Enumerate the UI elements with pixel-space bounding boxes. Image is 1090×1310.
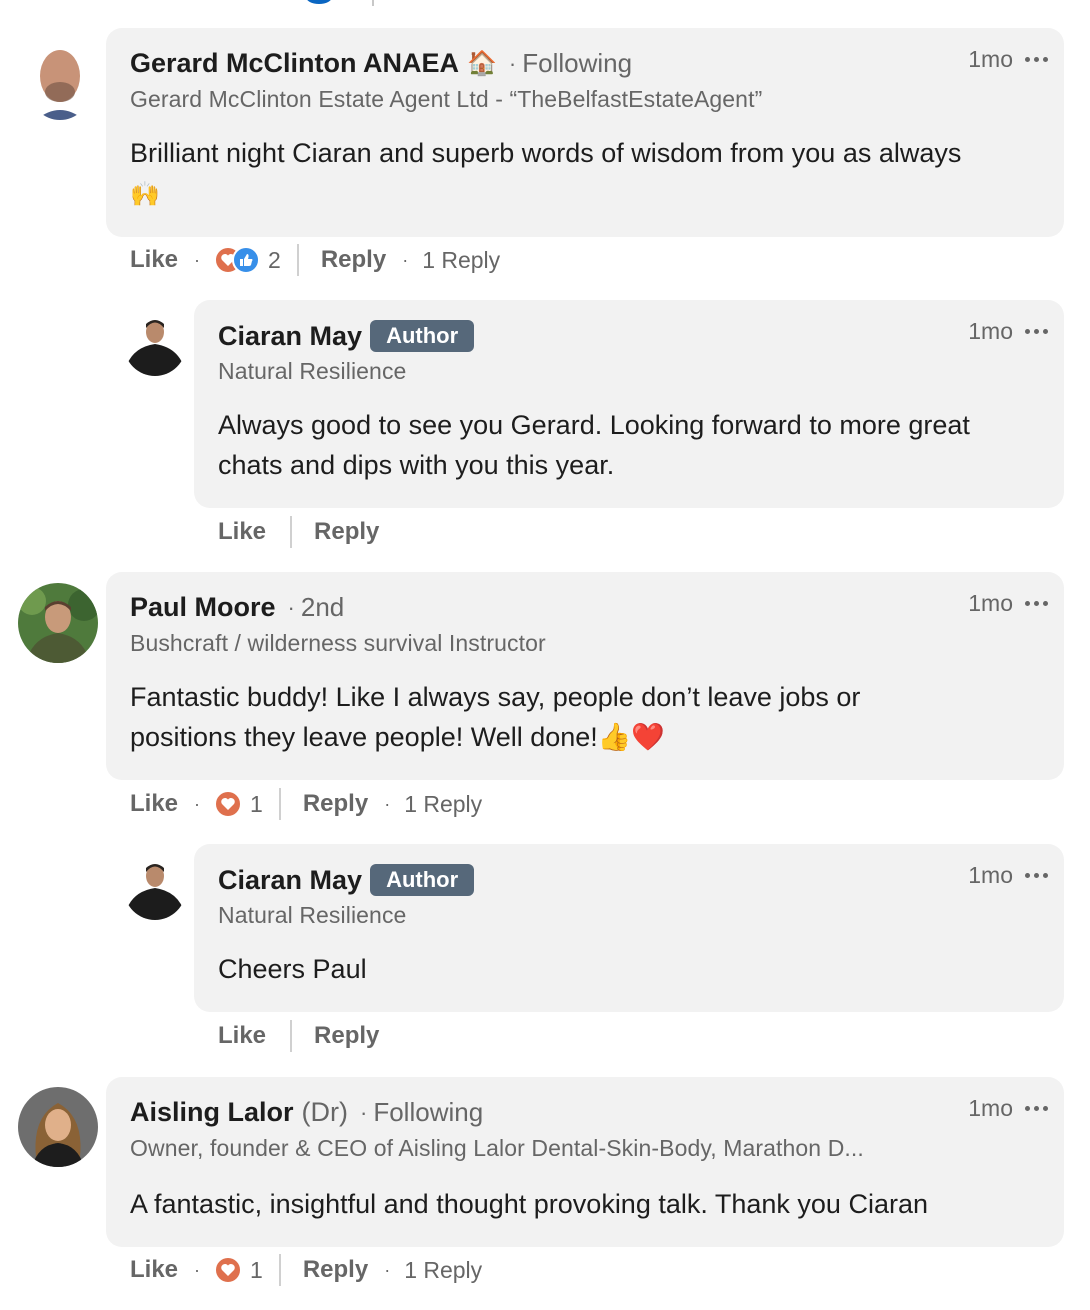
comment-text-line: Always good to see you Gerard. Looking f…: [218, 410, 970, 440]
avatar-photo-icon: [124, 858, 186, 920]
comment-text-line: positions they leave people! Well done!👍…: [130, 722, 666, 752]
separator-dot: ·: [194, 793, 201, 814]
avatar-photo-icon: [18, 1087, 98, 1167]
comment-text-line: A fantastic, insightful and thought prov…: [130, 1189, 928, 1219]
separator-dot: ·: [508, 50, 517, 76]
house-emoji: 🏠: [467, 50, 497, 77]
like-button[interactable]: Like: [130, 246, 178, 274]
comment-actions: Like · 1 Reply · 1 Reply: [130, 788, 482, 820]
comment-time: 1mo: [968, 590, 1013, 616]
separator-dot: ·: [360, 1099, 368, 1125]
comment-bubble: Gerard McClinton ANAEA 🏠 · Following 1mo…: [106, 28, 1064, 237]
comment-meta: 1mo: [968, 862, 1048, 889]
action-divider: [290, 1020, 293, 1052]
comment-bubble: Aisling Lalor (Dr) · Following 1mo Owner…: [106, 1077, 1064, 1247]
reply-button[interactable]: Reply: [303, 790, 368, 818]
more-options-icon[interactable]: [1025, 873, 1048, 878]
commenter-name[interactable]: Gerard McClinton ANAEA: [130, 48, 459, 79]
name-suffix: (Dr): [301, 1097, 349, 1127]
more-options-icon[interactable]: [1025, 57, 1048, 62]
author-badge: Author: [370, 864, 475, 896]
connection-status: Following: [522, 48, 633, 78]
reaction-count[interactable]: 2: [268, 247, 281, 274]
avatar[interactable]: [18, 1087, 98, 1167]
comment-bubble: Paul Moore · 2nd 1mo Bushcraft / wildern…: [106, 572, 1064, 780]
replies-link[interactable]: 1 Reply: [422, 247, 500, 274]
comment-actions: Like Reply: [218, 516, 379, 548]
comment-actions: Like Reply: [218, 1020, 379, 1052]
commenter-headline: Gerard McClinton Estate Agent Ltd - “The…: [130, 86, 763, 112]
reaction-count[interactable]: 1: [250, 791, 263, 818]
commenter-headline: Natural Resilience: [218, 358, 407, 384]
comment-text-line: Brilliant night Ciaran and superb words …: [130, 138, 962, 168]
comment-text-line: Fantastic buddy! Like I always say, peop…: [130, 682, 861, 712]
reply-button[interactable]: Reply: [321, 246, 386, 274]
more-options-icon[interactable]: [1025, 329, 1048, 334]
love-icon[interactable]: [214, 790, 243, 818]
comment-meta: 1mo: [968, 318, 1048, 345]
reply-button[interactable]: Reply: [314, 518, 379, 546]
separator-dot: ·: [402, 249, 409, 270]
more-options-icon[interactable]: [1025, 1106, 1048, 1111]
like-button[interactable]: Like: [218, 518, 266, 546]
more-options-icon[interactable]: [1025, 601, 1048, 606]
separator-dot: ·: [384, 793, 391, 814]
commenter-headline: Natural Resilience: [218, 902, 407, 928]
reply-button[interactable]: Reply: [314, 1022, 379, 1050]
commenter-headline: Bushcraft / wilderness survival Instruct…: [130, 630, 546, 656]
comment-bubble: Ciaran May Author 1mo Natural Resilience…: [194, 300, 1064, 508]
avatar-photo-icon: [124, 314, 186, 376]
replies-link[interactable]: 1 Reply: [404, 791, 482, 818]
action-divider: [290, 516, 293, 548]
commenter-name[interactable]: Aisling Lalor: [130, 1097, 294, 1128]
action-divider: [296, 244, 299, 276]
comment-time: 1mo: [968, 46, 1013, 72]
replies-link[interactable]: 1 Reply: [404, 1257, 482, 1284]
avatar-photo-icon: [30, 40, 90, 120]
previous-action-divider: [372, 0, 374, 6]
avatar[interactable]: [124, 314, 186, 376]
comment-meta: 1mo: [968, 46, 1048, 73]
action-divider: [278, 1254, 281, 1286]
separator-dot: ·: [384, 1259, 391, 1280]
avatar[interactable]: [124, 858, 186, 920]
comment-actions: Like · 2 Reply · 1 Reply: [130, 244, 500, 276]
commenter-name[interactable]: Ciaran May: [218, 865, 362, 896]
author-badge: Author: [370, 320, 475, 352]
reply-button[interactable]: Reply: [303, 1256, 368, 1284]
comment-actions: Like · 1 Reply · 1 Reply: [130, 1254, 482, 1286]
separator-dot: ·: [194, 249, 201, 270]
commenter-name[interactable]: Ciaran May: [218, 321, 362, 352]
avatar[interactable]: [18, 583, 98, 663]
comment-time: 1mo: [968, 318, 1013, 344]
comment-text-line: Cheers Paul: [218, 954, 367, 984]
comment-text-line: 🙌: [130, 181, 160, 208]
like-icon[interactable]: [232, 246, 261, 274]
comment-time: 1mo: [968, 1095, 1013, 1121]
separator-dot: ·: [287, 594, 295, 620]
connection-degree: 2nd: [300, 592, 345, 622]
comment-meta: 1mo: [968, 590, 1048, 617]
like-button[interactable]: Like: [130, 1256, 178, 1284]
commenter-name[interactable]: Paul Moore: [130, 592, 276, 623]
love-icon[interactable]: [214, 1256, 243, 1284]
commenter-headline: Owner, founder & CEO of Aisling Lalor De…: [130, 1135, 864, 1161]
comment-meta: 1mo: [968, 1095, 1048, 1122]
comment-bubble: Ciaran May Author 1mo Natural Resilience…: [194, 844, 1064, 1012]
connection-status: Following: [373, 1097, 484, 1127]
avatar-photo-icon: [18, 583, 98, 663]
previous-reaction-icon: [306, 0, 332, 4]
avatar[interactable]: [30, 40, 90, 120]
like-button[interactable]: Like: [130, 790, 178, 818]
action-divider: [278, 788, 281, 820]
separator-dot: ·: [194, 1259, 201, 1280]
comment-text-line: chats and dips with you this year.: [218, 450, 615, 480]
comment-time: 1mo: [968, 862, 1013, 888]
like-button[interactable]: Like: [218, 1022, 266, 1050]
reaction-count[interactable]: 1: [250, 1257, 263, 1284]
